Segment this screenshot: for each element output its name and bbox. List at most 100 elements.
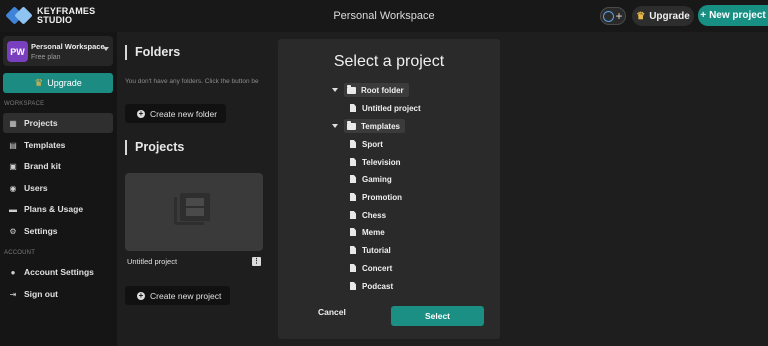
crown-icon: ♛ bbox=[636, 10, 646, 22]
sidebar-item-sign-out[interactable]: ⇥ Sign out bbox=[3, 284, 113, 304]
tree-folder-templates[interactable]: Templates bbox=[332, 119, 405, 133]
sidebar-item-label: Brand kit bbox=[24, 161, 61, 171]
sidebar-item-projects[interactable]: ▦ Projects bbox=[3, 113, 113, 133]
tree-item-label: Gaming bbox=[362, 174, 392, 184]
sidebar-item-label: Templates bbox=[24, 140, 66, 150]
account-icon: ● bbox=[10, 267, 16, 277]
sidebar-item-label: Projects bbox=[24, 118, 58, 128]
sidebar-item-settings[interactable]: ⚙ Settings bbox=[3, 221, 113, 241]
plus-icon: + bbox=[137, 108, 145, 118]
tree-item-concert[interactable]: Concert bbox=[350, 261, 392, 275]
sidebar: PW Personal Workspace Free plan ♛ Upgrad… bbox=[0, 32, 117, 346]
dialog-title: Select a project bbox=[333, 53, 445, 70]
file-icon bbox=[350, 246, 356, 254]
tree-folder-label: Root folder bbox=[361, 85, 404, 95]
tree-item-television[interactable]: Television bbox=[350, 155, 401, 169]
file-icon bbox=[350, 264, 356, 272]
tree-folder-root[interactable]: Root folder bbox=[332, 83, 409, 97]
sidebar-upgrade-label: Upgrade bbox=[47, 78, 82, 88]
brand-kit-icon: ▣ bbox=[9, 161, 17, 171]
sidebar-item-plans-usage[interactable]: ▬ Plans & Usage bbox=[3, 199, 113, 219]
select-button[interactable]: Select bbox=[391, 306, 484, 326]
file-icon bbox=[350, 104, 356, 112]
sidebar-item-templates[interactable]: ▤ Templates bbox=[3, 135, 113, 155]
create-project-label: Create new project bbox=[150, 290, 222, 301]
tree-item-promotion[interactable]: Promotion bbox=[350, 190, 402, 204]
project-card-thumbnail[interactable] bbox=[125, 173, 263, 251]
crown-icon: ♛ bbox=[34, 77, 44, 89]
tree-item-label: Tutorial bbox=[362, 245, 391, 255]
top-bar: KEYFRAMES STUDIO Personal Workspace + ♛ … bbox=[0, 0, 768, 32]
tree-folder-label: Templates bbox=[361, 121, 400, 131]
create-folder-button[interactable]: + Create new folder bbox=[125, 104, 227, 123]
tree-item-label: Chess bbox=[362, 210, 387, 220]
globe-icon bbox=[603, 10, 615, 22]
chevron-down-icon[interactable] bbox=[332, 124, 338, 128]
project-menu-icon[interactable]: ⋮ bbox=[252, 257, 261, 266]
folders-title: Folders bbox=[125, 45, 180, 60]
tree-item-gaming[interactable]: Gaming bbox=[350, 172, 392, 186]
sidebar-item-label: Settings bbox=[24, 226, 58, 236]
upgrade-button[interactable]: ♛ Upgrade bbox=[632, 6, 694, 26]
create-project-button[interactable]: + Create new project bbox=[125, 286, 231, 305]
workspace-section-label: WORKSPACE bbox=[4, 101, 45, 107]
tree-item-podcast[interactable]: Podcast bbox=[350, 279, 393, 293]
sidebar-item-brand-kit[interactable]: ▣ Brand kit bbox=[3, 156, 113, 176]
plus-icon: + bbox=[137, 290, 145, 300]
folder-icon bbox=[347, 120, 356, 130]
sign-out-icon: ⇥ bbox=[9, 289, 17, 299]
sidebar-upgrade-button[interactable]: ♛ Upgrade bbox=[3, 73, 113, 93]
tree-item-label: Television bbox=[362, 157, 401, 167]
settings-icon: ⚙ bbox=[9, 226, 17, 236]
account-section-label: ACCOUNT bbox=[4, 250, 36, 256]
tree-item-tutorial[interactable]: Tutorial bbox=[350, 243, 391, 257]
sidebar-item-label: Account Settings bbox=[24, 267, 94, 277]
projects-icon: ▦ bbox=[9, 118, 17, 128]
workspace-name: Personal Workspace bbox=[31, 42, 105, 51]
tree-item-label: Promotion bbox=[362, 192, 402, 202]
plus-icon: + bbox=[700, 10, 707, 21]
workspace-plan: Free plan bbox=[31, 54, 61, 61]
folder-icon bbox=[347, 84, 356, 94]
tree-item-untitled-project[interactable]: Untitled project bbox=[350, 101, 421, 115]
file-icon bbox=[350, 193, 356, 201]
tree-item-sport[interactable]: Sport bbox=[350, 137, 383, 151]
new-project-button[interactable]: + New project bbox=[698, 5, 768, 26]
tree-item-label: Sport bbox=[362, 139, 383, 149]
folders-empty-hint: You don't have any folders. Click the bu… bbox=[125, 78, 259, 85]
tree-item-label: Podcast bbox=[362, 281, 394, 291]
file-icon bbox=[350, 140, 356, 148]
tree-item-label: Untitled project bbox=[362, 103, 421, 113]
file-icon bbox=[350, 175, 356, 183]
sidebar-item-users[interactable]: ◉ Users bbox=[3, 178, 113, 198]
projects-title: Projects bbox=[125, 140, 184, 155]
plus-icon: + bbox=[615, 9, 623, 23]
create-folder-label: Create new folder bbox=[150, 108, 218, 119]
users-icon: ◉ bbox=[9, 183, 17, 193]
sidebar-item-label: Sign out bbox=[24, 289, 58, 299]
file-icon bbox=[350, 158, 356, 166]
chevron-down-icon[interactable] bbox=[332, 88, 338, 92]
file-icon bbox=[350, 282, 356, 290]
members-button[interactable]: + bbox=[600, 7, 626, 25]
film-icon bbox=[174, 193, 210, 227]
select-project-dialog: Select a project Root folder Untitled pr… bbox=[278, 39, 500, 339]
workspace-switcher[interactable]: PW Personal Workspace Free plan bbox=[3, 36, 113, 66]
templates-icon: ▤ bbox=[9, 140, 17, 150]
tree-item-label: Meme bbox=[362, 227, 385, 237]
plans-icon: ▬ bbox=[9, 204, 17, 214]
project-card-label: Untitled project bbox=[127, 257, 178, 266]
tree-item-chess[interactable]: Chess bbox=[350, 208, 386, 222]
tree-item-label: Concert bbox=[362, 263, 393, 273]
cancel-button[interactable]: Cancel bbox=[318, 307, 346, 317]
file-icon bbox=[350, 211, 356, 219]
file-icon bbox=[350, 228, 356, 236]
sidebar-item-label: Plans & Usage bbox=[24, 204, 84, 214]
sidebar-item-account-settings[interactable]: ● Account Settings bbox=[3, 262, 113, 282]
new-project-label: New project bbox=[709, 10, 766, 21]
sidebar-item-label: Users bbox=[24, 183, 48, 193]
tree-item-meme[interactable]: Meme bbox=[350, 225, 385, 239]
chevron-down-icon bbox=[103, 47, 109, 51]
workspace-avatar: PW bbox=[7, 41, 28, 62]
upgrade-label: Upgrade bbox=[649, 10, 690, 22]
